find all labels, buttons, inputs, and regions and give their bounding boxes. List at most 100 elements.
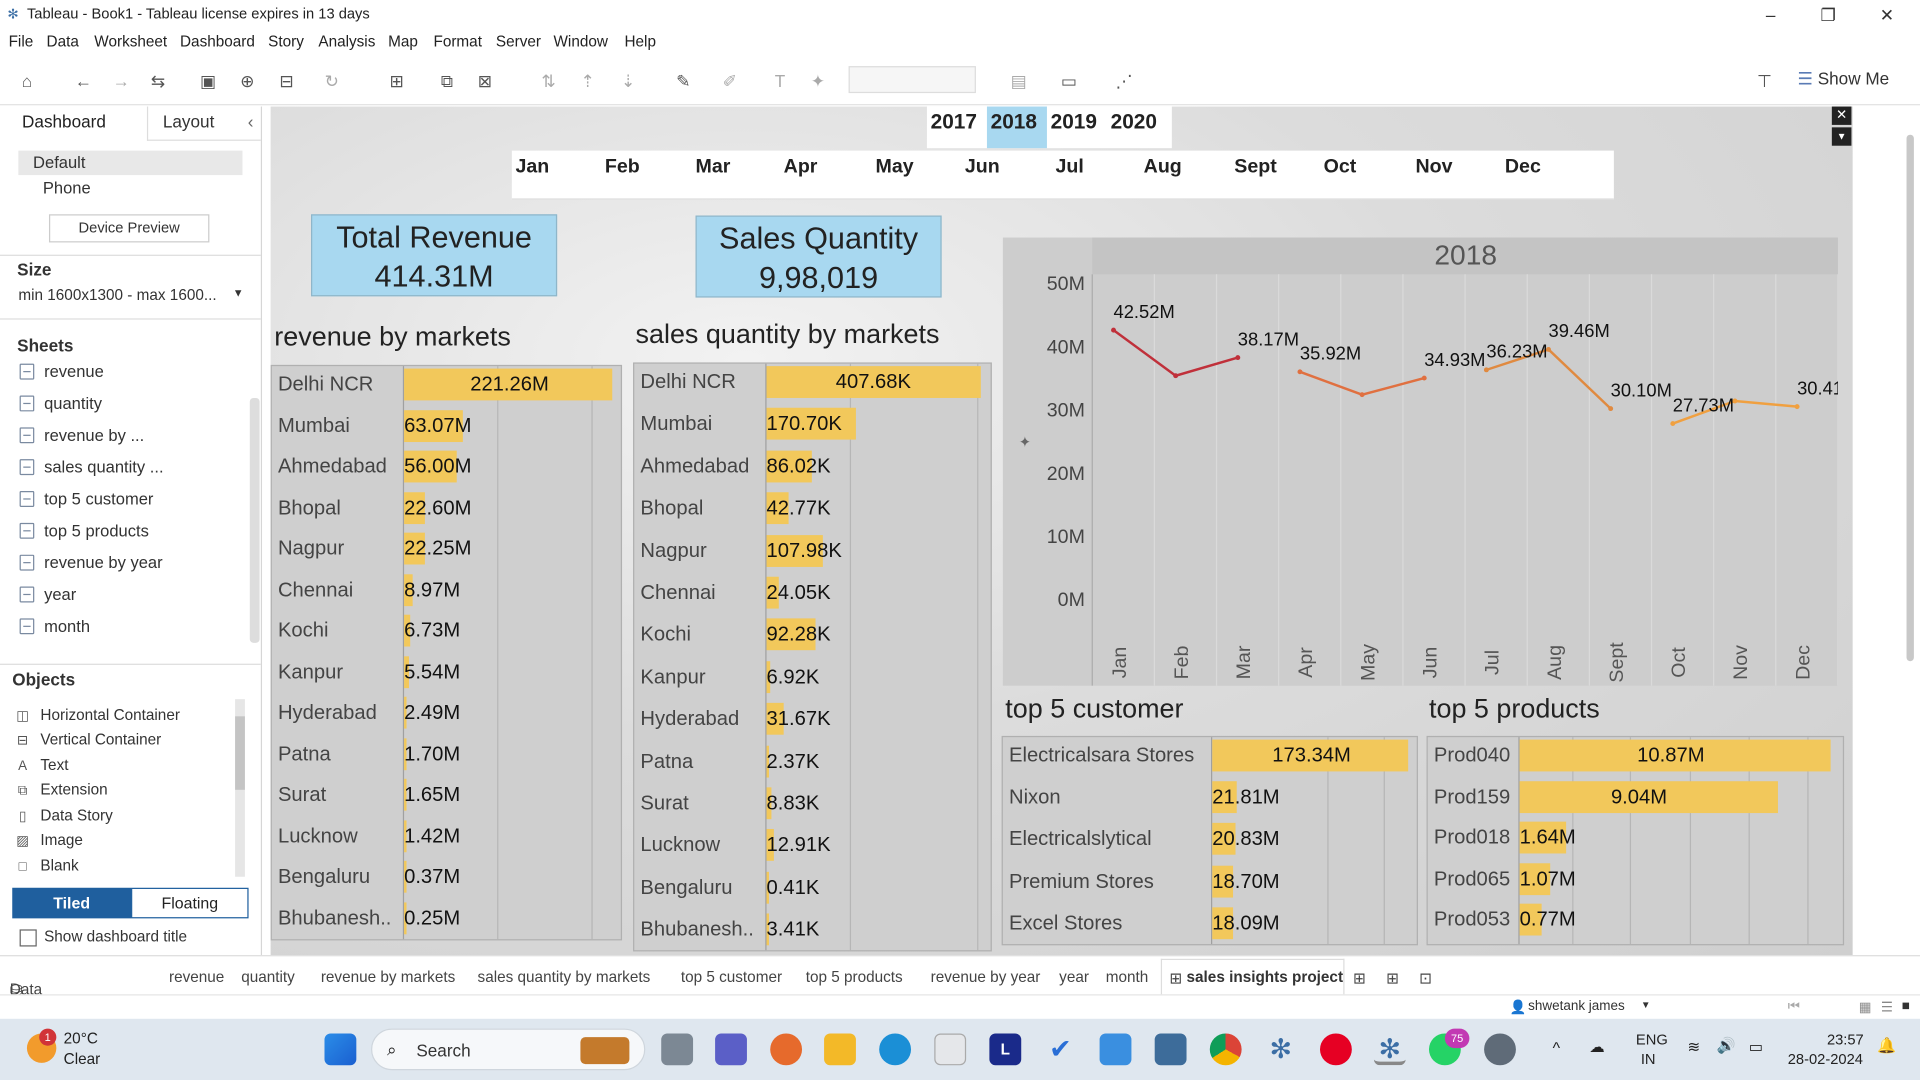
menu-window[interactable]: Window xyxy=(553,33,607,50)
month-nov[interactable]: Nov xyxy=(1416,157,1453,179)
bar-row[interactable]: Bengaluru 0.37M xyxy=(272,858,621,899)
revenue-by-year-chart[interactable]: 2018 50M 40M 30M 20M 10M 0M 42.52M 38.17M 35.92M 3… xyxy=(1002,237,1853,686)
sheet-tab[interactable]: top 5 customer xyxy=(681,969,782,986)
app-l-icon[interactable]: L xyxy=(989,1033,1022,1066)
object-image[interactable]: ▨ Image xyxy=(15,831,83,848)
close-container-icon[interactable]: ✕ xyxy=(1831,106,1852,125)
bar-row[interactable]: Premium Stores 18.70M xyxy=(1003,863,1417,904)
tab-dashboard[interactable]: Dashboard xyxy=(0,107,147,141)
new-story-icon[interactable]: ⊡ xyxy=(1419,969,1432,987)
save-icon[interactable]: ▣ xyxy=(198,71,218,91)
grid-view-icon[interactable]: ▦ xyxy=(1859,999,1872,1015)
sheet-item[interactable]: revenue by year xyxy=(19,553,163,572)
sheets-scrollbar[interactable] xyxy=(249,397,260,643)
total-revenue-card[interactable]: Total Revenue 414.31M xyxy=(311,214,558,297)
bar-row[interactable]: Kanpur 5.54M xyxy=(272,653,621,694)
bar-row[interactable]: Chennai 8.97M xyxy=(272,571,621,612)
firefox-icon[interactable] xyxy=(770,1033,803,1066)
new-worksheet-icon[interactable]: ⊞ xyxy=(387,71,407,91)
replay-icon[interactable]: ⇆ xyxy=(148,71,168,91)
sheet-tab[interactable]: sales quantity by markets xyxy=(478,969,651,986)
month-aug[interactable]: Aug xyxy=(1144,157,1182,179)
restore-icon[interactable]: ❐ xyxy=(1813,2,1842,26)
tableau-active-icon[interactable]: ✻ xyxy=(1373,1033,1406,1066)
month-feb[interactable]: Feb xyxy=(605,157,640,179)
object-data-story[interactable]: ▯ Data Story xyxy=(15,807,113,824)
search-box[interactable]: ⌕ Search xyxy=(371,1028,646,1071)
sales-quantity-card[interactable]: Sales Quantity 9,98,019 xyxy=(695,215,942,298)
sheet-item[interactable]: top 5 products xyxy=(19,522,149,540)
bar-row[interactable]: Excel Stores 18.09M xyxy=(1003,905,1417,946)
bar-row[interactable]: Nixon 21.81M xyxy=(1003,779,1417,820)
chevron-up-icon[interactable]: ^ xyxy=(1553,1038,1560,1056)
bar-row[interactable]: Electricalsara Stores 173.34M xyxy=(1003,737,1417,778)
month-dec[interactable]: Dec xyxy=(1505,157,1541,179)
highlight-icon[interactable]: ✎ xyxy=(673,71,693,91)
menu-format[interactable]: Format xyxy=(433,33,481,50)
teams-icon[interactable] xyxy=(715,1033,747,1066)
year-2018[interactable]: 2018 xyxy=(991,110,1037,134)
active-dashboard-tab[interactable]: ⊞ sales insights project xyxy=(1160,958,1345,996)
onedrive-icon[interactable]: ☁ xyxy=(1589,1037,1604,1055)
floating-button[interactable]: Floating xyxy=(131,887,249,919)
month-may[interactable]: May xyxy=(876,157,914,179)
duplicate-icon[interactable]: ⧉ xyxy=(437,71,457,91)
bar-row[interactable]: Delhi NCR 407.68K xyxy=(634,364,990,405)
new-dashboard-icon[interactable]: ⊞ xyxy=(1386,969,1399,987)
bar-row[interactable]: Lucknow 1.42M xyxy=(272,817,621,858)
bar-row[interactable]: Ahmedabad 86.02K xyxy=(634,448,990,489)
tab-layout[interactable]: Layout ‹ xyxy=(146,106,261,141)
sheet-item[interactable]: revenue by ... xyxy=(19,426,144,444)
store-icon[interactable] xyxy=(934,1033,967,1066)
menu-worksheet[interactable]: Worksheet xyxy=(94,33,167,50)
edge-icon[interactable] xyxy=(879,1033,912,1066)
menu-story[interactable]: Story xyxy=(268,33,304,50)
presentation-icon[interactable]: ▭ xyxy=(1059,71,1079,91)
lang-line1[interactable]: ENG xyxy=(1636,1031,1668,1048)
bar-row[interactable]: Kochi 92.28K xyxy=(634,616,990,657)
menu-help[interactable]: Help xyxy=(624,33,655,50)
sheet-item[interactable]: revenue xyxy=(19,362,104,381)
canvas-scrollbar[interactable] xyxy=(1906,134,1914,662)
object-horizontal-container[interactable]: ◫ Horizontal Container xyxy=(15,707,180,724)
bar-row[interactable]: Patna 2.37K xyxy=(634,743,990,784)
refresh-icon[interactable]: ↻ xyxy=(322,71,342,91)
object-extension[interactable]: ⧉ Extension xyxy=(15,781,108,799)
user-menu-chevron-icon[interactable]: ▼ xyxy=(1641,999,1651,1010)
month-mar[interactable]: Mar xyxy=(696,157,731,179)
bar-row[interactable]: Surat 1.65M xyxy=(272,776,621,817)
size-dropdown[interactable]: min 1600x1300 - max 1600... ▼ xyxy=(18,287,243,304)
month-jul[interactable]: Jul xyxy=(1056,157,1084,179)
collapse-icon[interactable]: ‹ xyxy=(248,111,254,131)
month-oct[interactable]: Oct xyxy=(1324,157,1357,179)
pin-icon[interactable]: ✦ xyxy=(808,71,828,91)
tableau-app-icon[interactable]: ✻ xyxy=(1265,1033,1297,1065)
bar-row[interactable]: Nagpur 107.98K xyxy=(634,532,990,573)
object-text[interactable]: A Text xyxy=(15,757,69,774)
clock-date[interactable]: 28-02-2024 xyxy=(1788,1051,1863,1068)
close-icon[interactable]: ✕ xyxy=(1872,2,1901,26)
sheet-tab[interactable]: month xyxy=(1106,969,1149,986)
month-sept[interactable]: Sept xyxy=(1234,157,1276,179)
show-cards-icon[interactable]: ▤ xyxy=(1009,71,1029,91)
undo-icon[interactable]: ← xyxy=(73,71,93,91)
volume-icon[interactable]: 🔊 xyxy=(1717,1037,1736,1055)
top-customer-panel[interactable]: Electricalsara Stores 173.34M Nixon 21.81M E… xyxy=(1001,735,1418,946)
todo-icon[interactable]: ✔ xyxy=(1044,1033,1076,1065)
bar-row[interactable]: Hyderabad 31.67K xyxy=(634,701,990,742)
wifi-icon[interactable]: ≋ xyxy=(1687,1037,1700,1055)
group-icon[interactable]: ✐ xyxy=(720,71,740,91)
bar-row[interactable]: Electricalslytical 20.83M xyxy=(1003,821,1417,862)
sales-qty-by-markets-panel[interactable]: Delhi NCR 407.68K Mumbai 170.70K Ahmedabad 86… xyxy=(633,362,992,952)
month-jun[interactable]: Jun xyxy=(965,157,1000,179)
settings-icon[interactable] xyxy=(1484,1033,1516,1066)
sheet-item[interactable]: top 5 customer xyxy=(19,490,153,508)
home-icon[interactable]: ⌂ xyxy=(17,71,37,91)
redo-icon[interactable]: → xyxy=(111,71,131,91)
sheet-tab[interactable]: revenue xyxy=(169,969,224,986)
month-jan[interactable]: Jan xyxy=(516,157,550,179)
bar-row[interactable]: Bengaluru 0.41K xyxy=(634,869,990,910)
bar-row[interactable]: Hyderabad 2.49M xyxy=(272,694,621,735)
year-2017[interactable]: 2017 xyxy=(931,110,977,134)
swap-icon[interactable]: ⇅ xyxy=(539,71,559,91)
